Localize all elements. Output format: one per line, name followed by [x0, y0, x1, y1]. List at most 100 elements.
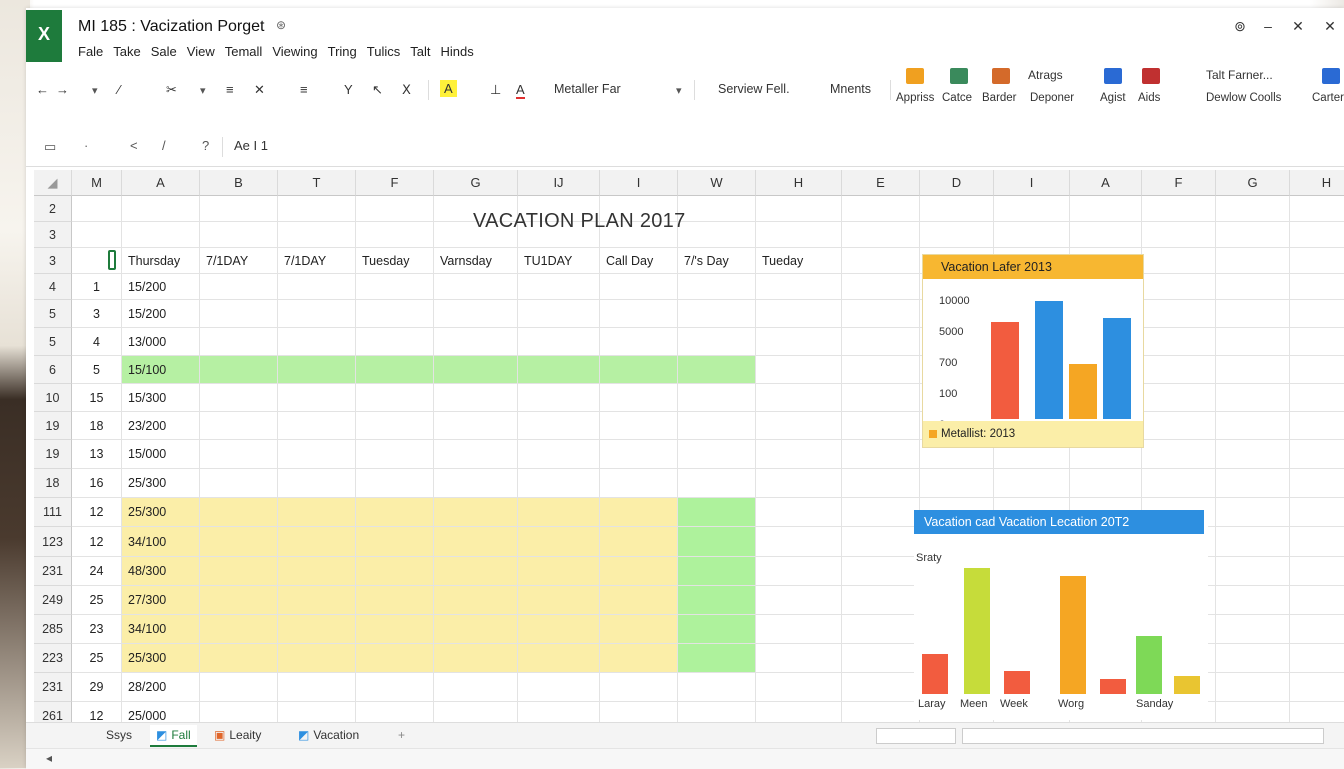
grid-cell[interactable] [278, 412, 356, 440]
grid-cell[interactable] [518, 469, 600, 498]
grid-cell[interactable]: 27/300 [122, 586, 200, 615]
grid-cell[interactable] [1290, 384, 1344, 412]
grid-cell[interactable] [678, 673, 756, 702]
grid-cell[interactable] [1142, 248, 1216, 274]
grid-cell[interactable] [994, 469, 1070, 498]
row-header[interactable]: 249 [34, 586, 72, 615]
ribbon-catce[interactable]: Catce [942, 92, 972, 104]
minimize-button[interactable]: – [1258, 18, 1278, 34]
grid-cell[interactable]: 5 [72, 356, 122, 384]
grid-cell[interactable] [678, 196, 756, 222]
grid-cell[interactable]: 24 [72, 557, 122, 586]
row-header[interactable]: 3 [34, 248, 72, 274]
grid-cell[interactable] [842, 196, 920, 222]
chart-bar[interactable] [1069, 364, 1097, 419]
font-color-button[interactable]: A [516, 82, 525, 99]
atrags-dropdown[interactable]: Atrags [1028, 68, 1063, 82]
align-icon[interactable]: ≡ [226, 82, 234, 97]
grid-cell[interactable] [518, 384, 600, 412]
grid-cell[interactable] [518, 498, 600, 527]
column-header-ij[interactable]: IJ [518, 170, 600, 196]
grid-cell[interactable] [278, 586, 356, 615]
row-header[interactable]: 5 [34, 300, 72, 328]
grid-cell[interactable] [356, 673, 434, 702]
grid-cell[interactable] [600, 274, 678, 300]
column-header-a[interactable]: A [1070, 170, 1142, 196]
grid-cell[interactable] [200, 196, 278, 222]
grid-cell[interactable] [434, 328, 518, 356]
grid-cell[interactable] [278, 328, 356, 356]
grid-cell[interactable] [518, 615, 600, 644]
grid-cell[interactable] [756, 328, 842, 356]
grid-cell[interactable] [434, 498, 518, 527]
grid-cell[interactable]: 13/000 [122, 328, 200, 356]
row-header[interactable]: 2 [34, 196, 72, 222]
grid-cell[interactable] [200, 498, 278, 527]
grid-cell[interactable] [200, 440, 278, 469]
text-icon[interactable]: ⊥ [490, 82, 501, 98]
ribbon-barder[interactable]: Barder [982, 92, 1017, 104]
grid-cell[interactable] [756, 440, 842, 469]
grid-cell[interactable]: 12 [72, 527, 122, 557]
grid-cell[interactable] [122, 196, 200, 222]
grid-cell[interactable] [1290, 469, 1344, 498]
menu-hinds[interactable]: Hinds [440, 44, 479, 59]
catce-icon[interactable] [950, 68, 968, 84]
tab-fall[interactable]: ◩ Fall [150, 725, 197, 747]
grid-cell[interactable] [278, 527, 356, 557]
grid-cell[interactable] [356, 498, 434, 527]
grid-cell[interactable] [842, 498, 920, 527]
grid-cell[interactable] [842, 328, 920, 356]
grid-cell[interactable] [278, 274, 356, 300]
tab-leaity[interactable]: ▣ Leaity [208, 725, 267, 745]
close-button[interactable]: ✕ [1320, 18, 1340, 35]
grid-cell[interactable] [434, 586, 518, 615]
grid-cell[interactable] [842, 412, 920, 440]
function-icon[interactable]: ? [202, 138, 209, 153]
grid-cell[interactable] [756, 527, 842, 557]
grid-cell[interactable] [1142, 356, 1216, 384]
grid-cell[interactable] [842, 222, 920, 248]
menu-tulics[interactable]: Tulics [367, 44, 406, 59]
scroll-left-icon[interactable]: ◂ [46, 751, 52, 765]
grid-cell[interactable] [678, 586, 756, 615]
header-cell[interactable]: Call Day [600, 248, 678, 274]
grid-cell[interactable] [356, 557, 434, 586]
grid-cell[interactable]: 15/200 [122, 274, 200, 300]
ments-dropdown[interactable]: Mnents [830, 82, 871, 96]
redo-icon[interactable]: → [56, 82, 69, 97]
grid-cell[interactable] [1142, 196, 1216, 222]
grid-cell[interactable] [678, 527, 756, 557]
sheet-title[interactable]: VACATION PLAN 2017 [473, 210, 686, 233]
grid-cell[interactable] [678, 328, 756, 356]
grid-cell[interactable] [1142, 469, 1216, 498]
grid-cell[interactable] [994, 196, 1070, 222]
chart-bar[interactable] [1174, 676, 1200, 694]
grid-cell[interactable] [278, 557, 356, 586]
grid-cell[interactable] [200, 673, 278, 702]
grid-cell[interactable] [842, 557, 920, 586]
grid-cell[interactable] [1290, 196, 1344, 222]
grid-cell[interactable] [1070, 222, 1142, 248]
grid-cell[interactable] [1142, 222, 1216, 248]
grid-cell[interactable] [356, 644, 434, 673]
grid-cell[interactable] [1290, 527, 1344, 557]
grid-cell[interactable] [600, 356, 678, 384]
grid-cell[interactable] [842, 586, 920, 615]
grid-cell[interactable] [842, 248, 920, 274]
row-header[interactable]: 111 [34, 498, 72, 527]
header-cell[interactable]: 7/1DAY [200, 248, 278, 274]
grid-cell[interactable] [278, 615, 356, 644]
grid-cell[interactable]: 1 [72, 274, 122, 300]
chart-bar[interactable] [1004, 671, 1030, 694]
row-header[interactable]: 231 [34, 673, 72, 702]
grid-cell[interactable] [518, 274, 600, 300]
grid-cell[interactable] [278, 196, 356, 222]
grid-cell[interactable] [600, 527, 678, 557]
grid-cell[interactable] [1142, 300, 1216, 328]
vacation-chart-2013[interactable]: Vacation Lafer 20131000050007001000Metal… [922, 254, 1144, 448]
grid-cell[interactable] [434, 274, 518, 300]
chevron-down-icon[interactable]: ▾ [676, 84, 682, 97]
menu-tring[interactable]: Tring [328, 44, 363, 59]
grid-cell[interactable] [756, 412, 842, 440]
